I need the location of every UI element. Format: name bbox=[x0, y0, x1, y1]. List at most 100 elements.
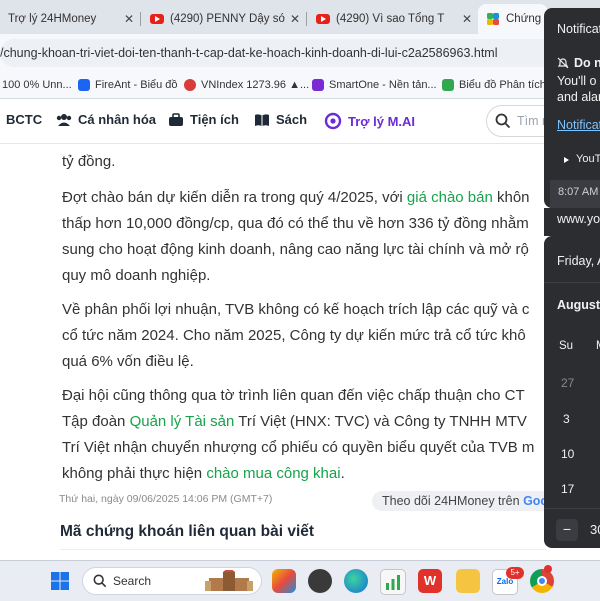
smartone-icon bbox=[312, 79, 324, 91]
file-explorer-icon[interactable] bbox=[456, 569, 480, 593]
copilot-icon[interactable] bbox=[272, 569, 296, 593]
notification-time: 8:07 AM bbox=[558, 186, 599, 198]
paragraph-line: thấp hơn 10,000 đồng/cp, qua đó có thể t… bbox=[62, 215, 529, 232]
search-icon bbox=[93, 574, 107, 588]
taskbar-search-input[interactable]: Search bbox=[82, 567, 262, 595]
star-icon bbox=[184, 79, 196, 91]
users-icon bbox=[56, 113, 72, 126]
paragraph-line: Về phân phối lợi nhuận, TVB không có kế … bbox=[62, 301, 530, 318]
url-text: /chung-khoan-tri-viet-doi-ten-thanh-t-ca… bbox=[0, 46, 498, 60]
paragraph-line: cổ tức năm 2024. Cho năm 2025, Công ty d… bbox=[62, 327, 526, 344]
bookmark-item[interactable]: 100 0% Unn... bbox=[2, 76, 72, 94]
bookmark-vnindex[interactable]: VNIndex 1273.96 ▲... bbox=[184, 76, 309, 94]
weekday-label: Su bbox=[559, 340, 574, 352]
paragraph-line: quy mô doanh nghiệp. bbox=[62, 267, 211, 284]
tab-label: Chứng k bbox=[506, 13, 548, 25]
notification-card-footer: www.you bbox=[544, 208, 600, 236]
tab-penny[interactable]: (4290) PENNY Dậy só ✕ bbox=[142, 4, 306, 34]
tab-label: (4290) PENNY Dậy só bbox=[170, 13, 285, 25]
chart-icon bbox=[386, 575, 400, 590]
calendar-panel: Friday, A August Su M 27 3 10 17 − 30 bbox=[544, 236, 600, 548]
link-quan-ly-tai-san[interactable]: Quản lý Tài sản bbox=[130, 413, 235, 430]
fireant-icon bbox=[78, 79, 90, 91]
notification-badge: 5+ bbox=[506, 567, 524, 579]
youtube-icon bbox=[150, 14, 164, 24]
tab-label: Trợ lý 24HMoney bbox=[8, 13, 97, 25]
calendar-day[interactable]: 27 bbox=[561, 376, 574, 390]
notification-panel: Notificat Do n You'll o and alar Notific… bbox=[544, 8, 600, 208]
tab-tro-ly-24hmoney[interactable]: Trợ lý 24HMoney ✕ bbox=[0, 4, 140, 34]
calendar-day[interactable]: 10 bbox=[561, 447, 574, 461]
wps-letter: W bbox=[423, 573, 437, 588]
bell-off-icon bbox=[557, 57, 569, 69]
notifications-header: Notificat bbox=[557, 22, 600, 36]
chart-icon bbox=[442, 79, 454, 91]
bookmark-fireant[interactable]: FireAnt - Biểu đồ bbox=[78, 76, 178, 94]
nav-item-tien-ich[interactable]: Tiện ích bbox=[168, 112, 239, 127]
tab-separator bbox=[306, 12, 307, 26]
tab-chung-khoan[interactable]: Chứng k bbox=[478, 4, 548, 34]
calendar-month[interactable]: August bbox=[557, 298, 600, 312]
chrome-icon[interactable] bbox=[530, 569, 554, 593]
search-icon bbox=[495, 113, 511, 129]
divider bbox=[60, 549, 546, 550]
notification-settings-link[interactable]: Notificat bbox=[557, 118, 600, 132]
bookmarks-bar: 100 0% Unn... FireAnt - Biểu đồ VNIndex … bbox=[0, 72, 600, 99]
dnd-text: You'll o bbox=[557, 74, 597, 88]
paragraph-line: Đợt chào bán dự kiến diễn ra trong quý 4… bbox=[62, 189, 530, 206]
tab-separator bbox=[140, 12, 141, 26]
paragraph-line: Trí Việt nhận chuyển nhượng cổ phiếu có … bbox=[62, 439, 535, 456]
ai-assistant-icon bbox=[324, 112, 342, 130]
weekday-label: M bbox=[596, 340, 600, 352]
dnd-text: and alar bbox=[557, 90, 600, 104]
bookmark-bieu-do[interactable]: Biểu đồ Phân tích k bbox=[442, 76, 554, 94]
calendar-date-header: Friday, A bbox=[557, 254, 600, 268]
dnd-title: Do n bbox=[574, 56, 600, 70]
link-chao-mua-cong-khai[interactable]: chào mua công khai bbox=[206, 465, 340, 482]
book-icon bbox=[255, 113, 269, 126]
paragraph-text: tỷ đồng. bbox=[62, 153, 116, 170]
divider bbox=[544, 282, 600, 283]
paragraph-line: không phải thực hiện chào mua công khai. bbox=[62, 465, 345, 482]
address-bar[interactable]: /chung-khoan-tri-viet-doi-ten-thanh-t-ca… bbox=[0, 39, 548, 67]
focus-minutes: 30 bbox=[590, 522, 600, 537]
nav-item-ca-nhan-hoa[interactable]: Cá nhân hóa bbox=[56, 112, 156, 127]
related-stocks-title: Mã chứng khoán liên quan bài viết bbox=[60, 523, 315, 540]
notification-dot bbox=[544, 565, 552, 573]
paragraph-line: quá 6% vốn điều lệ. bbox=[62, 353, 194, 370]
notification-app-name: YouT bbox=[576, 153, 600, 165]
stock-app-icon[interactable] bbox=[380, 569, 406, 595]
nav-item-bctc[interactable]: BCTC bbox=[6, 112, 42, 127]
windows-start-icon[interactable] bbox=[50, 571, 70, 591]
castle-illustration-icon bbox=[205, 570, 253, 591]
tab-label: (4290) Vì sao Tổng T bbox=[336, 13, 445, 25]
taskbar: Search W Zalo 5+ bbox=[0, 560, 600, 601]
close-icon[interactable]: ✕ bbox=[462, 12, 472, 26]
site-icon bbox=[487, 13, 499, 25]
focus-minus-button[interactable]: − bbox=[556, 519, 578, 541]
edge-icon[interactable] bbox=[344, 569, 368, 593]
paragraph-line: sung cho hoạt động kinh doanh, nâng cao … bbox=[62, 241, 529, 258]
bookmark-smartone[interactable]: SmartOne - Nền tản... bbox=[312, 76, 437, 94]
nav-item-tro-ly-mai[interactable]: Trợ lý M.AI bbox=[324, 112, 415, 130]
camera-app-icon[interactable] bbox=[308, 569, 332, 593]
paragraph-line: Đại hội cũng thông qua tờ trình liên qua… bbox=[62, 387, 525, 404]
follow-google-news-button[interactable]: Theo dõi 24HMoney trên Goo bbox=[372, 491, 559, 511]
paragraph-line: Tập đoàn Quản lý Tài sản Trí Việt (HNX: … bbox=[62, 413, 527, 430]
nav-item-sach[interactable]: Sách bbox=[254, 112, 307, 127]
link-gia-chao-ban[interactable]: giá chào bán bbox=[407, 189, 493, 206]
wps-office-icon[interactable]: W bbox=[418, 569, 442, 593]
close-icon[interactable]: ✕ bbox=[124, 12, 134, 26]
youtube-icon bbox=[316, 14, 330, 24]
close-icon[interactable]: ✕ bbox=[290, 12, 300, 26]
divider bbox=[544, 508, 600, 509]
chrome-center bbox=[537, 576, 547, 586]
site-nav: BCTC Cá nhân hóa Tiện ích Sách Trợ lý M.… bbox=[0, 99, 600, 144]
notification-card[interactable]: 8:07 AM bbox=[550, 180, 600, 208]
briefcase-icon bbox=[169, 112, 183, 126]
calendar-day[interactable]: 17 bbox=[561, 482, 574, 496]
tab-vi-sao[interactable]: (4290) Vì sao Tổng T ✕ bbox=[308, 4, 478, 34]
calendar-day[interactable]: 3 bbox=[563, 412, 570, 426]
tab-strip: Trợ lý 24HMoney ✕ (4290) PENNY Dậy só ✕ … bbox=[0, 0, 600, 34]
address-bar-area: /chung-khoan-tri-viet-doi-ten-thanh-t-ca… bbox=[0, 34, 600, 72]
